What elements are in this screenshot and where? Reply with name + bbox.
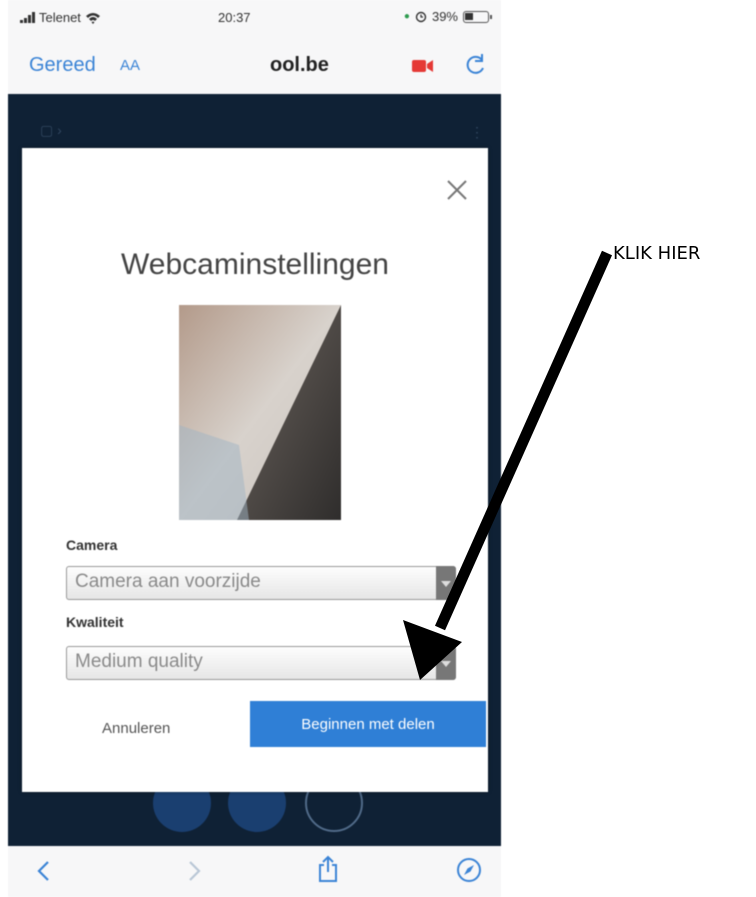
annotation-text: KLIK HIER bbox=[613, 243, 701, 264]
annotation-arrow bbox=[403, 250, 613, 680]
